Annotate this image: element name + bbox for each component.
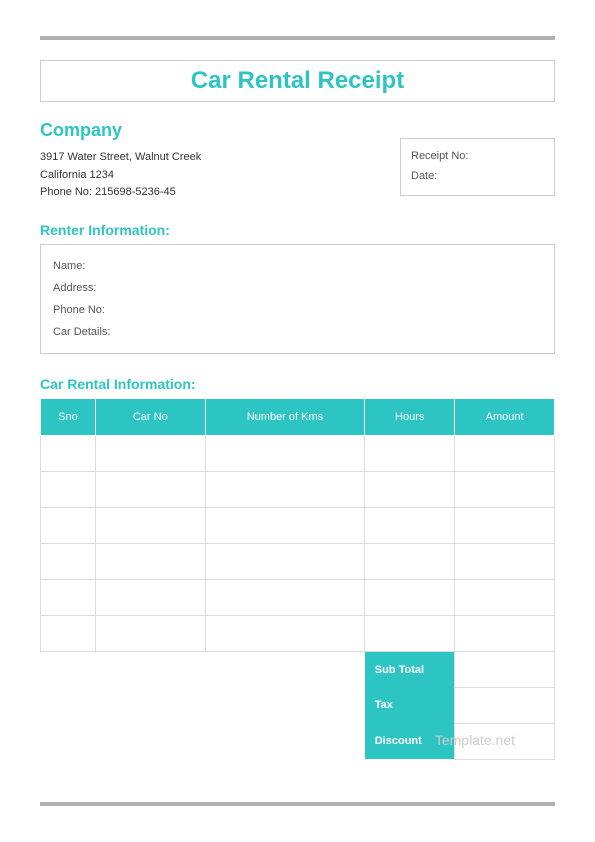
company-address-1: 3917 Water Street, Walnut Creek [40, 149, 201, 167]
bottom-rule [40, 802, 555, 806]
document-content: Car Rental Receipt Company 3917 Water St… [40, 60, 555, 760]
table-row [41, 435, 555, 471]
company-address-2: California 1234 [40, 167, 201, 185]
rental-section-heading: Car Rental Information: [40, 376, 555, 392]
top-rule [40, 36, 555, 40]
col-kms: Number of Kms [205, 398, 365, 435]
table-row [41, 471, 555, 507]
col-sno: Sno [41, 398, 96, 435]
receipt-date-label: Date: [411, 167, 544, 187]
table-row [41, 615, 555, 651]
tax-value [455, 687, 555, 723]
table-row [41, 579, 555, 615]
table-header-row: Sno Car No Number of Kms Hours Amount [41, 398, 555, 435]
receipt-meta-box: Receipt No: Date: [400, 138, 555, 196]
table-row [41, 507, 555, 543]
col-carno: Car No [95, 398, 205, 435]
company-phone: Phone No: 215698-5236-45 [40, 184, 201, 202]
col-amount: Amount [455, 398, 555, 435]
receipt-no-label: Receipt No: [411, 147, 544, 167]
subtotal-value [455, 651, 555, 687]
watermark: Template.net [435, 732, 515, 748]
renter-car-details-label: Car Details: [53, 321, 542, 343]
page-title: Car Rental Receipt [191, 67, 404, 94]
col-hours: Hours [365, 398, 455, 435]
renter-phone-label: Phone No: [53, 299, 542, 321]
subtotal-row: Sub Total [41, 651, 555, 687]
company-info: 3917 Water Street, Walnut Creek Californ… [40, 149, 201, 202]
renter-info-box: Name: Address: Phone No: Car Details: [40, 244, 555, 354]
company-heading: Company [40, 120, 201, 141]
table-row [41, 543, 555, 579]
renter-name-label: Name: [53, 255, 542, 277]
renter-section-heading: Renter Information: [40, 222, 555, 238]
rental-table: Sno Car No Number of Kms Hours Amount Su… [40, 398, 555, 760]
header-row: Company 3917 Water Street, Walnut Creek … [40, 120, 555, 202]
company-block: Company 3917 Water Street, Walnut Creek … [40, 120, 201, 202]
tax-row: Tax [41, 687, 555, 723]
tax-label: Tax [365, 687, 455, 723]
renter-address-label: Address: [53, 277, 542, 299]
title-box: Car Rental Receipt [40, 60, 555, 102]
subtotal-label: Sub Total [365, 651, 455, 687]
